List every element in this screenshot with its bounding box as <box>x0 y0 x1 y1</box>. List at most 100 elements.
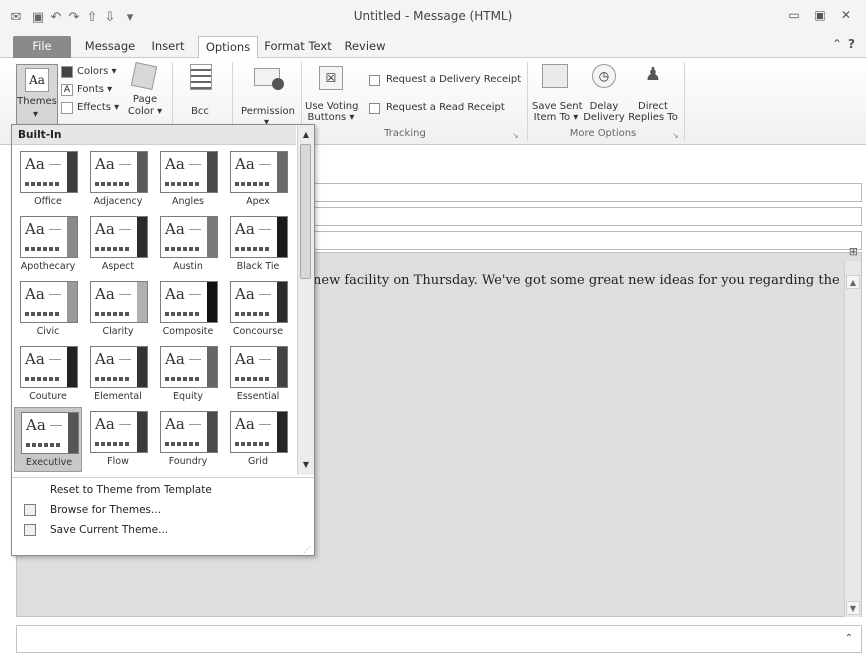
theme-name: Adjacency <box>93 196 143 207</box>
theme-name: Composite <box>162 326 214 337</box>
use-voting-label-2: Buttons ▾ <box>307 112 355 123</box>
theme-tile-elemental[interactable]: Aa Elemental <box>84 342 152 407</box>
window-title: Untitled - Message (HTML) <box>353 9 513 23</box>
tab-review[interactable]: Review <box>340 36 390 58</box>
to-field[interactable] <box>300 183 862 202</box>
gallery-scroll-down-icon[interactable]: ▼ <box>299 458 313 472</box>
reset-theme-command[interactable]: Reset to Theme from Template <box>12 480 314 500</box>
effects-label: Effects ▾ <box>77 102 120 113</box>
theme-tile-black-tie[interactable]: Aa Black Tie <box>224 212 292 277</box>
permission-label: Permission <box>241 106 295 117</box>
scroll-up-icon[interactable]: ▲ <box>846 275 860 289</box>
tab-options[interactable]: Options <box>198 36 258 59</box>
effects-button[interactable]: Effects ▾ <box>61 102 123 117</box>
theme-preview-icon: Aa <box>230 346 288 388</box>
themes-label: Themes <box>17 96 57 107</box>
no-entry-icon <box>272 78 284 90</box>
tracking-dialog-launcher-icon[interactable]: ↘ <box>512 131 519 140</box>
request-delivery-receipt-checkbox[interactable]: Request a Delivery Receipt <box>369 74 529 88</box>
colors-label: Colors ▾ <box>77 66 117 77</box>
gallery-scrollbar[interactable]: ▲ ▼ <box>297 125 314 475</box>
theme-tile-equity[interactable]: Aa Equity <box>154 342 222 407</box>
theme-preview-icon: Aa <box>160 411 218 453</box>
tab-insert[interactable]: Insert <box>146 36 190 58</box>
theme-name: Flow <box>107 456 129 467</box>
ruler-toggle-icon[interactable]: ⊞ <box>849 245 858 258</box>
body-vertical-scrollbar[interactable]: ▲ ▼ <box>844 261 861 617</box>
delay-delivery-button[interactable]: ◷ Delay Delivery <box>582 62 626 124</box>
theme-tile-adjacency[interactable]: Aa Adjacency <box>84 147 152 212</box>
theme-name: Elemental <box>94 391 142 402</box>
tab-format-text[interactable]: Format Text <box>262 36 334 58</box>
theme-name: Concourse <box>232 326 284 337</box>
delivery-receipt-check-icon <box>369 75 380 86</box>
minimize-button[interactable]: ▭ <box>786 8 802 22</box>
theme-tile-clarity[interactable]: Aa Clarity <box>84 277 152 342</box>
resize-grip-icon[interactable]: ⋰ <box>303 545 311 554</box>
save-current-theme-command[interactable]: Save Current Theme... <box>12 520 314 540</box>
theme-tile-executive[interactable]: Aa Executive <box>14 407 82 472</box>
scroll-down-icon[interactable]: ▼ <box>846 601 860 615</box>
theme-name: Foundry <box>168 456 208 467</box>
page-color-button[interactable]: Page Color ▾ <box>125 61 165 124</box>
theme-tile-austin[interactable]: Aa Austin <box>154 212 222 277</box>
cc-field[interactable] <box>300 207 862 226</box>
minimize-ribbon-icon[interactable]: ⌃ <box>832 37 842 51</box>
theme-preview-icon: Aa <box>230 411 288 453</box>
help-icon[interactable]: ? <box>848 37 855 51</box>
read-receipt-check-icon <box>369 103 380 114</box>
permission-button[interactable]: Permission ▾ <box>240 62 296 128</box>
bcc-icon <box>190 64 212 90</box>
direct-replies-to-button[interactable]: ♟ Direct Replies To <box>626 62 680 124</box>
theme-name: Office <box>34 196 62 207</box>
more-options-dialog-launcher-icon[interactable]: ↘ <box>672 131 679 140</box>
themes-dropdown-icon: ▾ <box>33 109 39 120</box>
gallery-scroll-thumb[interactable] <box>300 144 311 279</box>
gallery-scroll-up-icon[interactable]: ▲ <box>299 128 313 142</box>
fonts-button[interactable]: A Fonts ▾ <box>61 84 123 99</box>
gallery-separator <box>12 477 314 478</box>
theme-name: Austin <box>173 261 203 272</box>
theme-name: Grid <box>248 456 268 467</box>
theme-tile-concourse[interactable]: Aa Concourse <box>224 277 292 342</box>
theme-tile-office[interactable]: Aa Office <box>14 147 82 212</box>
tab-file[interactable]: File <box>13 36 71 58</box>
theme-tile-civic[interactable]: Aa Civic <box>14 277 82 342</box>
read-receipt-label: Request a Read Receipt <box>386 102 505 113</box>
direct-replies-label-2: Replies To <box>628 112 678 123</box>
themes-icon: Aa <box>25 68 49 92</box>
browse-themes-command[interactable]: Browse for Themes... <box>12 500 314 520</box>
paint-bucket-icon <box>130 61 158 91</box>
subject-field[interactable] <box>300 231 862 250</box>
colors-button[interactable]: Colors ▾ <box>61 66 123 81</box>
themes-button[interactable]: Aa Themes ▾ <box>16 64 58 126</box>
theme-tile-apex[interactable]: Aa Apex <box>224 147 292 212</box>
theme-preview-icon: Aa <box>20 216 78 258</box>
effects-icon <box>61 102 73 114</box>
bcc-button[interactable]: Bcc <box>180 62 220 124</box>
theme-preview-icon: Aa <box>20 281 78 323</box>
use-voting-buttons[interactable]: ☒ Use Voting Buttons ▾ <box>305 62 358 124</box>
theme-preview-icon: Aa <box>21 412 79 454</box>
theme-tile-aspect[interactable]: Aa Aspect <box>84 212 152 277</box>
save-sent-icon <box>542 64 568 88</box>
theme-tile-foundry[interactable]: Aa Foundry <box>154 407 222 472</box>
theme-tile-grid[interactable]: Aa Grid <box>224 407 292 472</box>
theme-tile-essential[interactable]: Aa Essential <box>224 342 292 407</box>
theme-name: Civic <box>36 326 60 337</box>
browse-themes-label: Browse for Themes... <box>50 504 162 516</box>
theme-tile-couture[interactable]: Aa Couture <box>14 342 82 407</box>
request-read-receipt-checkbox[interactable]: Request a Read Receipt <box>369 102 519 116</box>
theme-name: Apex <box>246 196 270 207</box>
theme-tile-apothecary[interactable]: Aa Apothecary <box>14 212 82 277</box>
theme-tile-angles[interactable]: Aa Angles <box>154 147 222 212</box>
theme-name: Aspect <box>101 261 135 272</box>
theme-tile-flow[interactable]: Aa Flow <box>84 407 152 472</box>
expand-people-pane-icon[interactable]: ⌃ <box>845 633 853 644</box>
people-pane[interactable]: ⌃ <box>16 625 862 653</box>
theme-tile-composite[interactable]: Aa Composite <box>154 277 222 342</box>
save-sent-item-to-button[interactable]: Save Sent Item To ▾ <box>532 62 582 124</box>
tab-message[interactable]: Message <box>80 36 140 58</box>
close-button[interactable]: ✕ <box>838 8 854 22</box>
restore-button[interactable]: ▣ <box>812 8 828 22</box>
